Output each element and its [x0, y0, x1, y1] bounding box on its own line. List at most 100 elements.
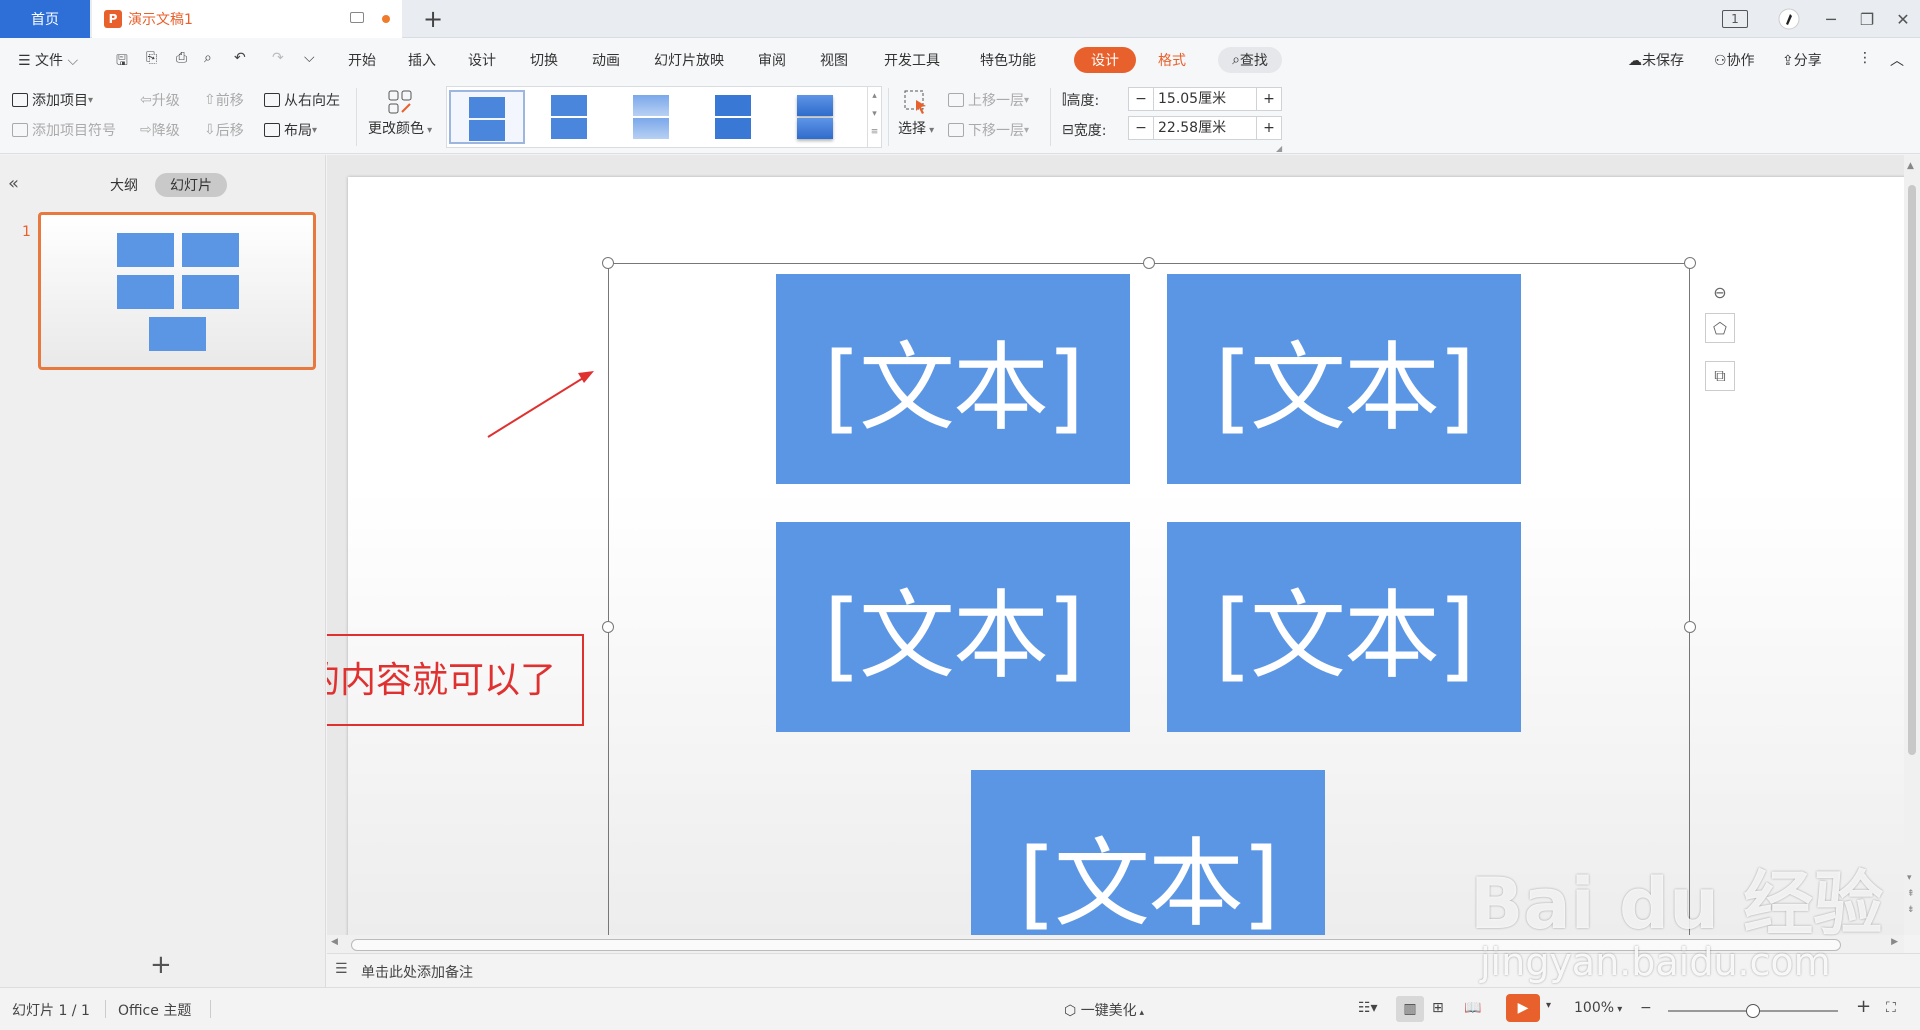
collab-button[interactable]: ⚇协作: [1714, 50, 1755, 70]
zoom-out-icon[interactable]: ⊖: [1705, 277, 1735, 307]
restore-icon[interactable]: ❐: [1856, 8, 1878, 30]
size-dialog-launcher-icon[interactable]: ◢: [1276, 144, 1282, 153]
right-to-left-button[interactable]: 从右向左: [264, 90, 340, 110]
editing-canvas[interactable]: [文本] [文本] [文本] [文本] [文本] ⊖ ⬠ ⧉ 编辑需要的内容就可…: [327, 155, 1907, 935]
height-input[interactable]: 15.05厘米: [1153, 88, 1257, 110]
window-icon[interactable]: [350, 12, 364, 23]
fit-window-icon[interactable]: ⛶: [1886, 1000, 1896, 1016]
gallery-scroll[interactable]: ▴ ▾ ≡: [867, 87, 881, 147]
resize-handle[interactable]: [1684, 621, 1696, 633]
notes-toggle-icon[interactable]: ☷▾: [1358, 1000, 1378, 1016]
zoom-slider-thumb[interactable]: [1746, 1004, 1760, 1018]
file-menu[interactable]: ☰ 文件 ⌵: [18, 50, 78, 70]
add-item-button[interactable]: 添加项目 ▾: [12, 90, 93, 110]
new-tab-button[interactable]: +: [418, 0, 448, 38]
play-slideshow-button[interactable]: ▶: [1506, 994, 1540, 1022]
width-input[interactable]: 22.58厘米: [1153, 117, 1257, 139]
scroll-left-icon[interactable]: ◀: [331, 937, 338, 947]
shape-style-icon[interactable]: ⬠: [1705, 313, 1735, 343]
zoom-out-button[interactable]: −: [1640, 1000, 1652, 1016]
tab-document[interactable]: P 演示文稿1: [92, 0, 402, 38]
slide[interactable]: [文本] [文本] [文本] [文本] [文本] ⊖ ⬠ ⧉ 编辑需要的内容就可…: [327, 177, 1907, 935]
scroll-nav-icons[interactable]: ▾ ⇞ ⇟: [1907, 870, 1915, 918]
vertical-scroll-thumb[interactable]: [1908, 185, 1916, 755]
height-field[interactable]: − 15.05厘米 +: [1128, 87, 1282, 111]
text-placeholder-4[interactable]: [文本]: [1167, 522, 1521, 732]
send-backward-button[interactable]: 下移一层 ▾: [948, 120, 1029, 140]
theme-name[interactable]: Office 主题: [118, 1000, 191, 1020]
scroll-right-icon[interactable]: ▶: [1891, 937, 1898, 947]
print-preview-icon[interactable]: ⌕: [204, 50, 212, 66]
move-forward-label: 前移: [215, 93, 244, 109]
tab-format[interactable]: 格式: [1158, 50, 1186, 70]
page-indicator-icon[interactable]: 1: [1722, 10, 1748, 28]
tab-slideshow[interactable]: 幻灯片放映: [654, 50, 724, 70]
bring-forward-button[interactable]: 上移一层 ▾: [948, 90, 1029, 110]
tab-transitions[interactable]: 切换: [530, 50, 558, 70]
slide-sorter-icon[interactable]: ⊞: [1432, 1000, 1444, 1016]
tab-developer[interactable]: 开发工具: [884, 50, 940, 70]
avatar[interactable]: [1778, 8, 1800, 30]
zoom-in-button[interactable]: +: [1856, 996, 1871, 1017]
tab-insert[interactable]: 插入: [408, 50, 436, 70]
reading-view-icon[interactable]: 📖: [1464, 1000, 1481, 1016]
text-placeholder-2[interactable]: [文本]: [1167, 274, 1521, 484]
save-icon[interactable]: 🖫: [116, 50, 128, 74]
unsaved-button[interactable]: ☁未保存: [1628, 50, 1684, 70]
move-forward-button[interactable]: ⇧ 前移: [204, 90, 244, 110]
text-placeholder-5[interactable]: [文本]: [971, 770, 1325, 935]
notes-placeholder[interactable]: 单击此处添加备注: [361, 962, 473, 982]
tab-view[interactable]: 视图: [820, 50, 848, 70]
more-icon[interactable]: ⋮: [1858, 50, 1872, 66]
export-icon[interactable]: ⎘: [146, 50, 157, 66]
close-icon[interactable]: ✕: [1892, 8, 1914, 30]
layout-options-icon[interactable]: ⧉: [1705, 361, 1735, 391]
style-option-5[interactable]: [777, 90, 853, 144]
scroll-up-icon[interactable]: ▲: [1907, 161, 1914, 171]
tab-outline[interactable]: 大纲: [110, 175, 138, 195]
style-option-1[interactable]: [449, 90, 525, 144]
redo-icon[interactable]: ↷: [272, 50, 284, 66]
width-increase-button[interactable]: +: [1257, 120, 1281, 136]
tab-review[interactable]: 审阅: [758, 50, 786, 70]
tab-smartart-design[interactable]: 设计: [1074, 47, 1136, 73]
collapse-pane-icon[interactable]: «: [8, 173, 19, 194]
width-field[interactable]: − 22.58厘米 +: [1128, 116, 1282, 140]
tab-home[interactable]: 首页: [0, 0, 90, 38]
tab-home-ribbon[interactable]: 开始: [348, 50, 376, 70]
move-back-button[interactable]: ⇩ 后移: [204, 120, 244, 140]
add-bullet-button[interactable]: 添加项目符号: [12, 120, 116, 140]
print-icon[interactable]: ⎙: [176, 50, 187, 66]
tab-slides[interactable]: 幻灯片: [155, 173, 227, 197]
normal-view-icon[interactable]: ▥: [1396, 996, 1424, 1022]
vertical-scrollbar[interactable]: ▲ ▾ ⇞ ⇟: [1904, 155, 1920, 935]
change-color-button[interactable]: 更改颜色 ▾: [368, 88, 432, 138]
tab-animations[interactable]: 动画: [592, 50, 620, 70]
share-button[interactable]: ⇪分享: [1782, 50, 1822, 70]
tab-features[interactable]: 特色功能: [980, 50, 1036, 70]
height-increase-button[interactable]: +: [1257, 91, 1281, 107]
search-button[interactable]: ⌕ 查找: [1218, 47, 1282, 73]
demote-button[interactable]: ⇨ 降级: [140, 120, 180, 140]
style-option-3[interactable]: [613, 90, 689, 144]
resize-handle[interactable]: [1143, 257, 1155, 269]
add-slide-button[interactable]: +: [150, 950, 172, 980]
style-option-4[interactable]: [695, 90, 771, 144]
layout-button[interactable]: 布局 ▾: [264, 120, 317, 140]
tab-design[interactable]: 设计: [468, 50, 496, 70]
slide-thumbnail[interactable]: [38, 212, 316, 370]
beautify-button[interactable]: ⬡ 一键美化 ▴: [1064, 1000, 1144, 1020]
select-button[interactable]: 选择 ▾: [898, 88, 934, 138]
style-option-2[interactable]: [531, 90, 607, 144]
collapse-ribbon-icon[interactable]: ︿: [1890, 50, 1904, 70]
width-decrease-button[interactable]: −: [1129, 120, 1153, 136]
promote-button[interactable]: ⇦ 升级: [140, 90, 180, 110]
slideshow-options-icon[interactable]: ▾: [1546, 1000, 1551, 1011]
minimize-icon[interactable]: ─: [1820, 8, 1842, 30]
smartart-style-gallery: ▴ ▾ ≡: [446, 86, 882, 148]
undo-icon[interactable]: ↶: [234, 50, 246, 66]
height-decrease-button[interactable]: −: [1129, 91, 1153, 107]
quick-access-more-icon[interactable]: ⌵: [304, 50, 315, 66]
resize-handle[interactable]: [1684, 257, 1696, 269]
zoom-level[interactable]: 100% ▾: [1574, 1000, 1622, 1016]
